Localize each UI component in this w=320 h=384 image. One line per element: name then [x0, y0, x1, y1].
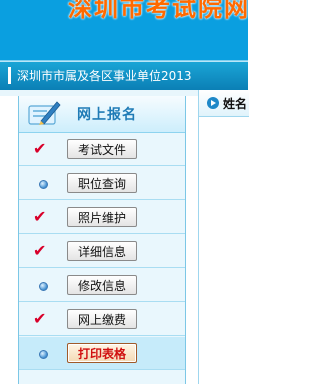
print-form-button[interactable]: 打印表格: [67, 343, 137, 363]
exam-title: 深圳市市属及各区事业单位2013: [8, 67, 192, 84]
nav-item-job-search: 职位查询: [19, 167, 185, 200]
bullet-icon: [39, 350, 48, 359]
check-icon: ✔: [33, 241, 47, 260]
modify-info-button[interactable]: 修改信息: [67, 275, 137, 295]
nav-item-print: 打印表格: [19, 337, 185, 370]
main-header: 姓名: [199, 90, 249, 117]
exam-files-button[interactable]: 考试文件: [67, 139, 137, 159]
check-icon: ✔: [33, 309, 47, 328]
nav-item-details: ✔ 详细信息: [19, 235, 185, 268]
name-label: 姓名: [223, 97, 248, 111]
job-search-button[interactable]: 职位查询: [67, 173, 137, 193]
nav-item-payment: ✔ 网上缴费: [19, 303, 185, 336]
check-icon: ✔: [33, 139, 47, 158]
registration-form-icon: [28, 101, 61, 125]
exam-title-bar: 深圳市市属及各区事业单位2013: [0, 61, 248, 90]
arrow-circle-icon: [207, 97, 219, 109]
site-title: 深圳市考试院网: [68, 0, 250, 22]
bullet-icon: [39, 282, 48, 291]
bullet-icon: [39, 180, 48, 189]
sidebar-title: 网上报名: [77, 107, 137, 123]
online-payment-button[interactable]: 网上缴费: [67, 309, 137, 329]
sidebar-header: 网上报名: [19, 96, 185, 133]
sidebar: 网上报名 ✔ 考试文件 职位查询 ✔ 照片维护 ✔ 详细信息 修改信息 ✔ 网上…: [18, 96, 186, 384]
site-banner: 深圳市考试院网: [0, 0, 248, 61]
details-button[interactable]: 详细信息: [67, 241, 137, 261]
nav-item-exam-files: ✔ 考试文件: [19, 133, 185, 166]
nav-item-photo: ✔ 照片维护: [19, 201, 185, 234]
photo-maintenance-button[interactable]: 照片维护: [67, 207, 137, 227]
nav-item-modify: 修改信息: [19, 269, 185, 302]
main-content: 姓名: [198, 90, 249, 384]
left-margin: [0, 96, 18, 384]
check-icon: ✔: [33, 207, 47, 226]
